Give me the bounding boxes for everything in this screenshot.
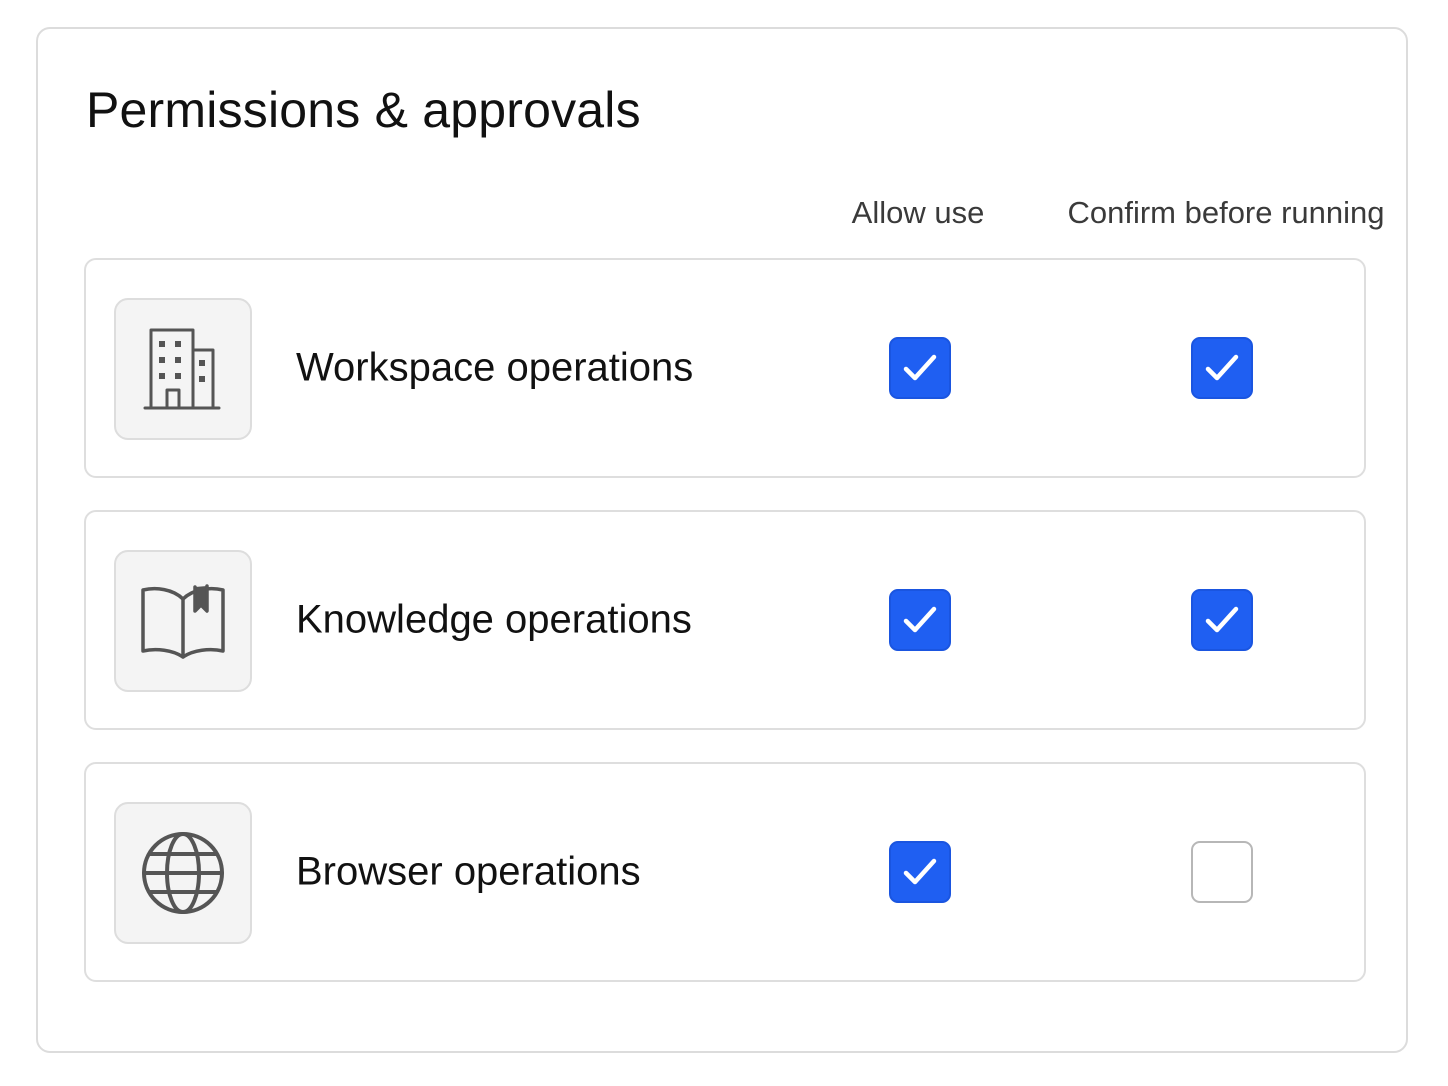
permission-row-browser: Browser operations xyxy=(84,762,1366,982)
permission-row-knowledge: Knowledge operations xyxy=(84,510,1366,730)
column-header-allow-use: Allow use xyxy=(851,195,985,230)
row-icon-container xyxy=(114,550,252,692)
checkmark-icon xyxy=(903,606,937,633)
checkmark-icon xyxy=(1205,606,1239,633)
column-header-confirm-before-running: Confirm before running xyxy=(1067,195,1385,230)
checkmark-icon xyxy=(903,858,937,885)
building-icon xyxy=(143,328,221,410)
confirm-before-running-checkbox[interactable] xyxy=(1191,589,1253,651)
checkmark-icon xyxy=(903,354,937,381)
allow-use-checkbox[interactable] xyxy=(889,337,951,399)
confirm-before-running-checkbox[interactable] xyxy=(1191,337,1253,399)
permission-row-workspace: Workspace operations xyxy=(84,258,1366,478)
checkmark-icon xyxy=(1205,354,1239,381)
allow-use-checkbox[interactable] xyxy=(889,841,951,903)
globe-icon xyxy=(142,832,224,914)
row-icon-container xyxy=(114,802,252,944)
row-label: Workspace operations xyxy=(296,345,694,390)
allow-use-checkbox[interactable] xyxy=(889,589,951,651)
book-icon xyxy=(141,584,225,659)
page-title: Permissions & approvals xyxy=(86,82,641,138)
row-label: Browser operations xyxy=(296,849,641,894)
row-icon-container xyxy=(114,298,252,440)
permissions-panel: Permissions & approvals Allow use Confir… xyxy=(36,27,1408,1053)
confirm-before-running-checkbox[interactable] xyxy=(1191,841,1253,903)
row-label: Knowledge operations xyxy=(296,597,692,642)
